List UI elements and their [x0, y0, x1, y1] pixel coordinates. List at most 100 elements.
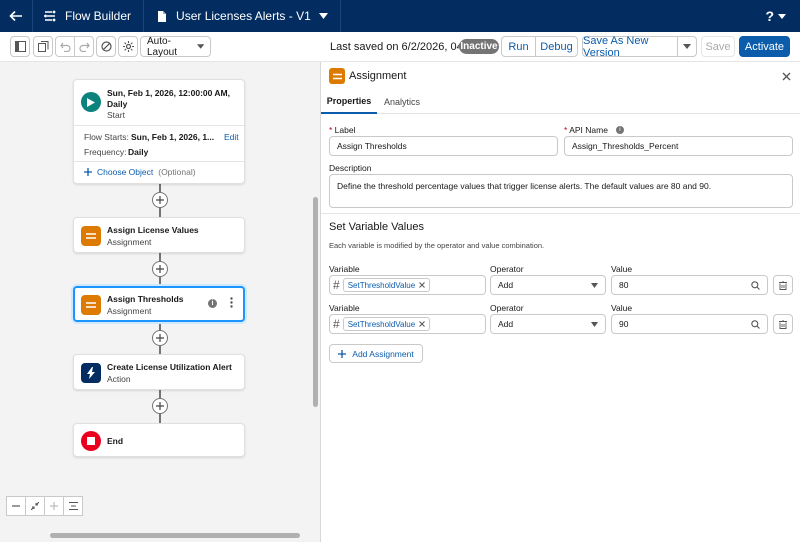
app-name: Flow Builder: [33, 0, 143, 32]
element-title: Assign License Values: [107, 225, 199, 235]
fit-view-button[interactable]: [25, 496, 45, 516]
add-icon: [156, 402, 164, 410]
start-title-line1: Sun, Feb 1, 2026, 12:00:00 AM,: [107, 88, 230, 98]
operator-select[interactable]: Add: [490, 275, 606, 295]
add-element-button[interactable]: [152, 192, 168, 208]
redo-button[interactable]: [74, 36, 94, 57]
element-end[interactable]: End: [73, 423, 245, 457]
frequency-value: Daily: [128, 147, 149, 157]
element-type: Assignment: [107, 306, 152, 316]
add-icon: [84, 168, 92, 176]
add-icon: [156, 265, 164, 273]
back-button[interactable]: [0, 0, 32, 32]
variable-pill: SetThresholdValue: [342, 317, 431, 331]
element-create-alert[interactable]: Create License Utilization Alert Action: [73, 354, 245, 390]
panel-title: Assignment: [349, 70, 407, 82]
copy-button[interactable]: [33, 36, 53, 57]
run-button[interactable]: Run: [501, 36, 536, 57]
add-assignment-button[interactable]: Add Assignment: [329, 344, 423, 363]
layout-select[interactable]: Auto-Layout: [140, 35, 211, 58]
save-as-new-version-button[interactable]: Save As New Version: [582, 35, 678, 59]
flow-starts-label: Flow Starts:: [84, 132, 129, 142]
variable-pill-label: SetThresholdValue: [347, 280, 416, 290]
operator-value: Add: [498, 280, 514, 290]
assignment-icon: [81, 226, 101, 246]
save-options-button[interactable]: [677, 36, 697, 57]
divider: [321, 213, 800, 214]
copy-icon: [37, 41, 48, 52]
edit-link[interactable]: Edit: [224, 132, 239, 142]
activate-button[interactable]: Activate: [739, 36, 790, 57]
value-input[interactable]: 90: [611, 314, 768, 334]
horizontal-scrollbar[interactable]: [50, 533, 300, 538]
value-text: 80: [619, 280, 629, 290]
auto-layout-button[interactable]: [63, 496, 83, 516]
flow-title-menu[interactable]: User Licenses Alerts - V1: [144, 0, 340, 32]
help-menu[interactable]: ?: [765, 8, 786, 24]
assignment-icon: [329, 68, 345, 84]
more-actions-icon[interactable]: [230, 297, 233, 311]
add-element-button[interactable]: [152, 261, 168, 277]
info-icon[interactable]: i: [615, 126, 624, 134]
delete-row-button[interactable]: [773, 314, 793, 334]
close-icon: [782, 72, 791, 81]
variable-pill: SetThresholdValue: [342, 278, 431, 292]
vertical-scrollbar[interactable]: [313, 197, 318, 407]
minus-icon: [12, 505, 20, 507]
start-element[interactable]: Sun, Feb 1, 2026, 12:00:00 AM, Daily Sta…: [73, 79, 245, 184]
description-textarea[interactable]: Define the threshold percentage values t…: [329, 174, 793, 208]
flow-canvas[interactable]: Sun, Feb 1, 2026, 12:00:00 AM, Daily Sta…: [0, 62, 320, 542]
chevron-down-icon: [196, 44, 204, 49]
plus-icon: [50, 502, 58, 510]
align-center-icon: [68, 502, 78, 510]
element-assign-license-values[interactable]: Assign License Values Assignment: [73, 217, 245, 253]
save-button[interactable]: Save: [701, 36, 735, 57]
add-assignment-label: Add Assignment: [352, 348, 414, 359]
stop-icon: [81, 431, 101, 451]
zoom-in-button[interactable]: [44, 496, 64, 516]
delete-row-button[interactable]: [773, 275, 793, 295]
divider: [74, 161, 244, 162]
divider: [74, 125, 244, 126]
tab-properties[interactable]: Properties: [321, 90, 377, 114]
element-type: Assignment: [107, 237, 152, 247]
operator-select[interactable]: Add: [490, 314, 606, 334]
search-icon: [751, 280, 760, 290]
info-icon[interactable]: i: [208, 299, 217, 308]
variable-input[interactable]: # SetThresholdValue: [329, 275, 486, 295]
lightning-icon: [81, 363, 101, 383]
layout-select-value: Auto-Layout: [147, 35, 178, 58]
chevron-down-icon: [683, 44, 691, 49]
status-badge: Inactive: [459, 39, 499, 54]
debug-button[interactable]: Debug: [535, 36, 578, 57]
value-input[interactable]: 80: [611, 275, 768, 295]
label-input[interactable]: Assign Thresholds: [329, 136, 558, 156]
tab-analytics[interactable]: Analytics: [379, 90, 425, 114]
operator-label: Operator: [490, 303, 524, 313]
close-button[interactable]: [782, 70, 791, 84]
variable-input[interactable]: # SetThresholdValue: [329, 314, 486, 334]
element-assign-thresholds[interactable]: Assign Thresholds Assignment i: [73, 286, 245, 322]
settings-button[interactable]: [118, 36, 138, 57]
assignment-icon: [81, 295, 101, 315]
choose-object-link[interactable]: Choose Object (Optional): [84, 167, 196, 177]
errors-button[interactable]: [96, 36, 116, 57]
element-type: Action: [107, 374, 131, 384]
help-icon: ?: [765, 8, 774, 24]
api-name-field-label: * API Name i: [564, 125, 624, 135]
zoom-out-button[interactable]: [6, 496, 26, 516]
add-element-button[interactable]: [152, 398, 168, 414]
close-icon: [419, 282, 425, 288]
choose-object-hint: (Optional): [158, 167, 196, 177]
gear-icon: [122, 41, 134, 52]
chevron-down-icon: [778, 13, 786, 19]
add-element-button[interactable]: [152, 330, 168, 346]
element-title: Create License Utilization Alert: [107, 362, 232, 372]
toggle-panel-button[interactable]: [10, 36, 30, 57]
flow-title: User Licenses Alerts - V1: [176, 9, 311, 23]
api-name-input[interactable]: Assign_Thresholds_Percent: [564, 136, 793, 156]
properties-panel: Assignment Properties Analytics * Label …: [320, 62, 800, 542]
label-field-label: * Label: [329, 125, 356, 135]
shrink-icon: [31, 502, 39, 510]
undo-button[interactable]: [55, 36, 75, 57]
